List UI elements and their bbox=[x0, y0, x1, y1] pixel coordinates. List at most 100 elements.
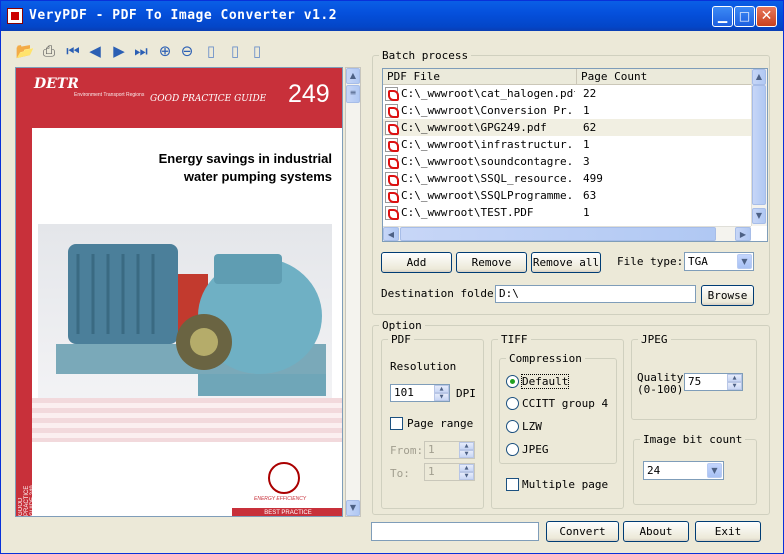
compression-jpeg-label[interactable]: JPEG bbox=[522, 443, 549, 456]
list-horizontal-scrollbar[interactable]: ◀ ▶ bbox=[383, 226, 751, 241]
chevron-down-icon[interactable]: ▼ bbox=[707, 463, 722, 478]
about-button[interactable]: About bbox=[623, 521, 689, 542]
destination-folder-input[interactable]: D:\ bbox=[495, 285, 696, 303]
file-row[interactable]: C:\_wwwroot\cat_halogen.pdf 22 bbox=[383, 85, 751, 102]
remove-button[interactable]: Remove bbox=[456, 252, 527, 273]
resolution-input[interactable]: 101 ▲ ▼ bbox=[390, 384, 450, 402]
first-page-icon[interactable]: ⏮ bbox=[63, 41, 83, 61]
browse-button[interactable]: Browse bbox=[701, 285, 754, 306]
spin-down-icon[interactable]: ▼ bbox=[459, 450, 474, 458]
exit-button[interactable]: Exit bbox=[695, 521, 761, 542]
pdf-file-icon bbox=[385, 155, 399, 169]
doc-guide-number: 249 bbox=[288, 80, 330, 108]
list-scroll-thumb[interactable] bbox=[752, 85, 766, 205]
multiple-page-checkbox[interactable] bbox=[506, 478, 519, 491]
app-icon[interactable] bbox=[7, 8, 23, 24]
fit-width-icon[interactable]: ▯ bbox=[225, 41, 245, 61]
fit-page-icon[interactable]: ▯ bbox=[201, 41, 221, 61]
zoom-out-icon[interactable]: ⊖ bbox=[177, 41, 197, 61]
page-range-checkbox[interactable] bbox=[390, 417, 403, 430]
file-path: C:\_wwwroot\GPG249.pdf bbox=[401, 121, 547, 134]
scroll-thumb[interactable]: ≡ bbox=[346, 85, 360, 103]
pdf-options-legend: PDF bbox=[391, 333, 411, 346]
compression-ccitt-radio[interactable] bbox=[506, 397, 519, 410]
spin-down-icon[interactable]: ▼ bbox=[727, 382, 742, 390]
maximize-button[interactable]: □ bbox=[734, 6, 755, 27]
page-range-label: Page range bbox=[407, 417, 474, 430]
compression-default-label[interactable]: Default bbox=[520, 374, 570, 389]
spin-up-icon[interactable]: ▲ bbox=[459, 464, 474, 472]
app-window: VeryPDF - PDF To Image Converter v1.2 ▁ … bbox=[0, 0, 784, 554]
remove-all-button[interactable]: Remove all bbox=[531, 252, 601, 273]
pdf-file-icon bbox=[385, 189, 399, 203]
list-scroll-up-icon[interactable]: ▲ bbox=[752, 69, 766, 85]
file-row-selected[interactable]: C:\_wwwroot\GPG249.pdf 62 bbox=[383, 119, 751, 136]
spin-up-icon[interactable]: ▲ bbox=[727, 374, 742, 382]
page-count: 62 bbox=[583, 121, 597, 134]
bit-count-select[interactable]: 24 ▼ bbox=[643, 461, 724, 480]
doc-logo-subtitle: Environment Transport Regions bbox=[74, 92, 145, 98]
prev-page-icon[interactable]: ◀ bbox=[85, 41, 105, 61]
doc-best-practice: BEST PRACTICE bbox=[232, 508, 342, 516]
last-page-icon[interactable]: ⏭ bbox=[131, 41, 151, 61]
spin-down-icon[interactable]: ▼ bbox=[459, 472, 474, 480]
chevron-down-icon[interactable]: ▼ bbox=[737, 254, 752, 269]
file-row[interactable]: C:\_wwwroot\SSQLProgramme... 63 bbox=[383, 187, 751, 204]
from-input[interactable]: 1 ▲ ▼ bbox=[424, 441, 475, 459]
next-page-icon[interactable]: ▶ bbox=[109, 41, 129, 61]
list-scroll-left-icon[interactable]: ◀ bbox=[383, 227, 399, 241]
scroll-down-arrow-icon[interactable]: ▼ bbox=[346, 500, 360, 516]
file-path: C:\_wwwroot\Conversion Pr... bbox=[401, 104, 575, 117]
list-vertical-scrollbar[interactable]: ▲ ▼ bbox=[751, 69, 767, 226]
pdf-file-icon bbox=[385, 172, 399, 186]
compression-lzw-radio[interactable] bbox=[506, 420, 519, 433]
pdf-preview[interactable]: DETR Environment Transport Regions GOOD … bbox=[15, 67, 343, 517]
energy-badge bbox=[268, 462, 300, 494]
file-row[interactable]: C:\_wwwroot\SSQL_resource... 499 bbox=[383, 170, 751, 187]
scroll-up-arrow-icon[interactable]: ▲ bbox=[346, 68, 360, 84]
from-value: 1 bbox=[428, 443, 435, 456]
to-input[interactable]: 1 ▲ ▼ bbox=[424, 463, 475, 481]
batch-process-legend: Batch process bbox=[382, 49, 469, 62]
preview-scrollbar[interactable]: ▲ ≡ ▼ bbox=[345, 67, 361, 517]
doc-title: Energy savings in industrial water pumpi… bbox=[56, 150, 332, 186]
open-folder-icon[interactable]: 📂 bbox=[15, 41, 35, 61]
compression-jpeg-radio[interactable] bbox=[506, 443, 519, 456]
list-scroll-right-icon[interactable]: ▶ bbox=[735, 227, 751, 241]
quality-input[interactable]: 75 ▲ ▼ bbox=[684, 373, 743, 391]
resolution-value: 101 bbox=[394, 386, 414, 399]
file-row[interactable]: C:\_wwwroot\soundcontagre... 3 bbox=[383, 153, 751, 170]
tiff-options-legend: TIFF bbox=[501, 333, 528, 346]
spin-down-icon[interactable]: ▼ bbox=[434, 393, 449, 401]
compression-lzw-label[interactable]: LZW bbox=[522, 420, 542, 433]
column-page-count[interactable]: Page Count bbox=[577, 69, 751, 85]
doc-side-band bbox=[16, 128, 32, 516]
minimize-button[interactable]: ▁ bbox=[712, 6, 733, 27]
list-hscroll-thumb[interactable] bbox=[400, 227, 716, 241]
title-bar[interactable]: VeryPDF - PDF To Image Converter v1.2 ▁ … bbox=[1, 1, 783, 31]
dpi-label: DPI bbox=[456, 387, 476, 400]
file-row[interactable]: C:\_wwwroot\Conversion Pr... 1 bbox=[383, 102, 751, 119]
spin-up-icon[interactable]: ▲ bbox=[459, 442, 474, 450]
list-scroll-down-icon[interactable]: ▼ bbox=[752, 208, 766, 224]
file-path: C:\_wwwroot\soundcontagre... bbox=[401, 155, 575, 168]
column-pdf-file[interactable]: PDF File bbox=[383, 69, 577, 85]
pdf-file-list[interactable]: PDF File Page Count C:\_wwwroot\cat_halo… bbox=[382, 68, 768, 242]
spin-up-icon[interactable]: ▲ bbox=[434, 385, 449, 393]
add-button[interactable]: Add bbox=[381, 252, 452, 273]
file-type-select[interactable]: TGA ▼ bbox=[684, 252, 754, 271]
compression-ccitt-label[interactable]: CCITT group 4 bbox=[522, 397, 608, 410]
file-row[interactable]: C:\_wwwroot\TEST.PDF 1 bbox=[383, 204, 751, 221]
from-label: From: bbox=[390, 444, 424, 457]
doc-title-line-2: water pumping systems bbox=[183, 169, 332, 184]
energy-badge-text: ENERGY EFFICIENCY bbox=[254, 496, 307, 502]
print-icon[interactable]: ⎙ bbox=[39, 41, 59, 61]
pdf-file-icon bbox=[385, 138, 399, 152]
compression-default-radio[interactable] bbox=[506, 375, 519, 388]
convert-button[interactable]: Convert bbox=[546, 521, 619, 542]
page-count: 22 bbox=[583, 87, 597, 100]
file-row[interactable]: C:\_wwwroot\infrastructur... 1 bbox=[383, 136, 751, 153]
actual-size-icon[interactable]: ▯ bbox=[247, 41, 267, 61]
close-button[interactable]: ✕ bbox=[756, 6, 777, 27]
zoom-in-icon[interactable]: ⊕ bbox=[155, 41, 175, 61]
